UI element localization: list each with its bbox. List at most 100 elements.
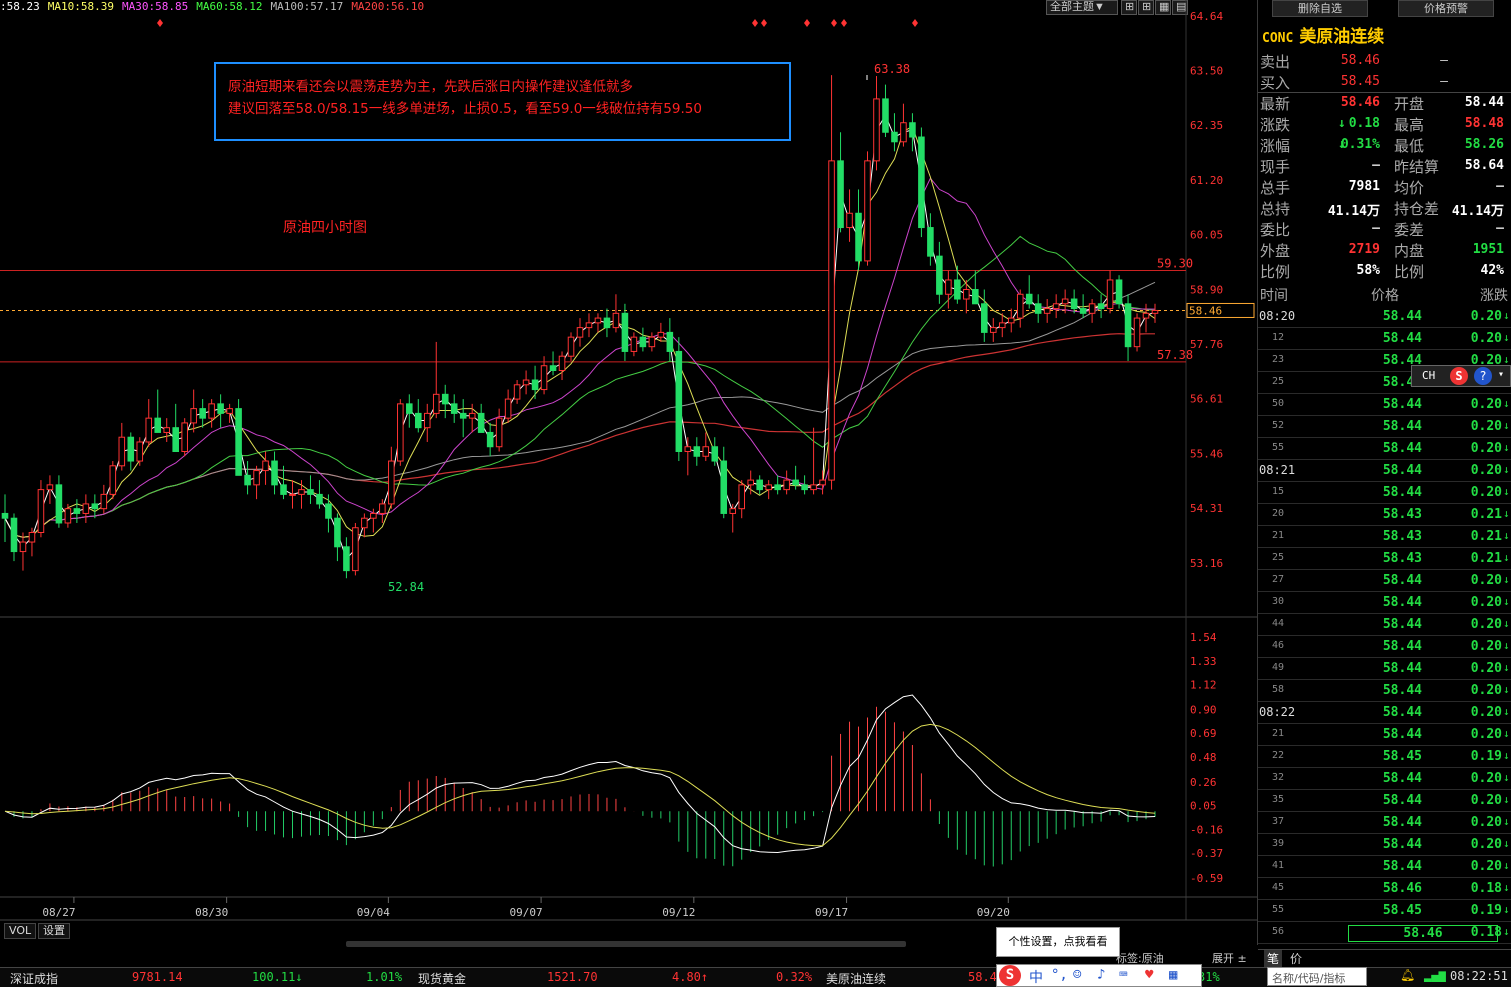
language-toolbar[interactable]: CH S ? ▾ — [1411, 365, 1511, 387]
expand-button[interactable]: 展开 ± — [1212, 950, 1247, 966]
tick-change: 0.21 — [1470, 529, 1502, 544]
candle-body — [423, 412, 431, 429]
tab-price[interactable]: 价 — [1290, 950, 1302, 967]
sogou-icon[interactable]: S — [1450, 367, 1468, 385]
event-marker-icon — [804, 19, 810, 27]
stat-value: 58.44 — [1464, 95, 1504, 110]
tick-change: 0.20 — [1470, 463, 1502, 478]
candle-body — [972, 289, 979, 305]
candle-body — [136, 441, 144, 462]
candle-body — [199, 408, 206, 419]
tick-time: 08:20 — [1259, 309, 1296, 323]
candle-body — [1079, 308, 1087, 314]
tab-settings[interactable]: 设置 — [38, 923, 70, 939]
tick-price: 58.45 — [1382, 903, 1422, 918]
dropdown-icon[interactable]: ▾ — [1498, 369, 1504, 380]
tick-time: 08:22 — [1259, 705, 1296, 719]
ime-lang[interactable]: 中 — [1029, 967, 1043, 987]
sell-row: 卖出 58.46 — — [1258, 51, 1511, 72]
ch-icon[interactable]: CH — [1422, 369, 1435, 382]
emoji-icon[interactable]: ☺ — [1073, 967, 1081, 983]
status-item: 现货黄金 — [418, 972, 467, 986]
stat-value: 58.64 — [1464, 158, 1504, 173]
skin-icon[interactable]: ♥ — [1145, 967, 1153, 983]
stat-label: 总持 — [1260, 200, 1291, 218]
tick-change: 0.20 — [1470, 573, 1502, 588]
candle-body — [1151, 309, 1159, 314]
toolbox-icon[interactable]: ▦ — [1169, 967, 1177, 983]
stat-value: 42% — [1480, 263, 1504, 278]
price-alert-button[interactable]: 价格预警 — [1398, 0, 1494, 17]
candle-body — [729, 508, 737, 514]
event-marker-icon — [761, 19, 767, 27]
status-item: 美原油连续 — [826, 972, 887, 986]
tick-row: 39 58.44 0.20 ↓ — [1258, 834, 1511, 856]
remove-watchlist-button[interactable]: 删除自选 — [1272, 0, 1368, 17]
tick-change: 0.19 — [1470, 903, 1502, 918]
note-line-1: 原油短期来看还会以震荡走势为主，先跌后涨日内操作建议逢低就多 — [228, 79, 633, 95]
down-arrow-icon: ↓ — [1503, 595, 1510, 608]
tab-vol[interactable]: VOL — [4, 923, 37, 939]
tick-time: 56 — [1271, 926, 1284, 937]
tick-price: 58.44 — [1382, 837, 1422, 852]
bell-icon[interactable]: 🔔︎ — [1400, 968, 1415, 982]
stat-label: 最新 — [1260, 95, 1291, 113]
tick-time: 22 — [1271, 750, 1284, 761]
stat-value: 58.46 — [1340, 95, 1380, 110]
candle-body — [666, 331, 674, 352]
candle-body — [28, 532, 36, 543]
y-tick-label: 57.76 — [1190, 338, 1223, 351]
stat-row: 比例 58% 比例 42% — [1258, 261, 1511, 282]
tick-change: 0.20 — [1470, 639, 1502, 654]
down-arrow-icon: ↓ — [1503, 309, 1510, 322]
price-chart[interactable]: 64.64 63.50 62.35 61.20 60.05 58.90 57.76 56.61… — [0, 0, 1257, 945]
tick-time: 41 — [1271, 860, 1284, 871]
candle-body — [235, 408, 242, 476]
candle-body — [693, 446, 701, 457]
tab-ticks[interactable]: 笔 — [1264, 950, 1283, 967]
help-icon[interactable]: ? — [1474, 367, 1492, 385]
signal-icon: ▂▄▆ — [1424, 968, 1446, 982]
stat-label: 均价 — [1394, 179, 1425, 197]
tick-time: 12 — [1271, 332, 1284, 343]
stat-value: 58.48 — [1464, 116, 1504, 131]
ma30-line — [4, 177, 1156, 538]
ime-toolbar[interactable]: S 中 °, ☺ ♪ ⌨ ♥ ▦ — [996, 964, 1202, 987]
stat-row: 总手 7981 均价 — — [1258, 177, 1511, 198]
keyboard-icon[interactable]: ⌨ — [1119, 967, 1127, 983]
candle-body — [145, 417, 153, 443]
candle-body — [379, 503, 386, 514]
tick-row: 45 58.46 0.18 ↓ — [1258, 878, 1511, 900]
chart-scrollbar[interactable] — [346, 941, 906, 947]
tooltip-personalize[interactable]: 个性设置，点我看看 — [996, 927, 1120, 957]
tick-row: 58 58.44 0.20 ↓ — [1258, 680, 1511, 702]
tick-price: 58.44 — [1382, 705, 1422, 720]
tick-change: 0.20 — [1470, 617, 1502, 632]
candle-body — [406, 403, 413, 414]
candle-body — [1097, 303, 1105, 310]
tick-row: 49 58.44 0.20 ↓ — [1258, 658, 1511, 680]
stat-label: 比例 — [1394, 263, 1425, 281]
y-tick-label: 63.50 — [1190, 64, 1223, 77]
candle-body — [855, 212, 862, 262]
tick-row: 44 58.44 0.20 ↓ — [1258, 614, 1511, 636]
stat-label: 涨跌 — [1260, 116, 1291, 134]
macd-y-tick-label: -0.16 — [1190, 823, 1223, 836]
stat-label: 昨结算 — [1394, 158, 1440, 176]
macd-dea-line — [4, 723, 1156, 847]
tick-change: 0.20 — [1470, 859, 1502, 874]
x-tick-label: 09/04 — [357, 906, 390, 919]
sell-price: 58.46 — [1340, 53, 1380, 68]
y-tick-label: 64.64 — [1190, 10, 1223, 23]
candle-body — [217, 403, 224, 414]
analysis-note: 原油短期来看还会以震荡走势为主，先跌后涨日内操作建议逢低就多 建议回落至58.0… — [214, 62, 791, 141]
stat-row: 总持 41.14万 持仓差 41.14万 — [1258, 198, 1511, 219]
sogou-icon[interactable]: S — [999, 965, 1021, 986]
mic-icon[interactable]: ♪ — [1097, 967, 1105, 983]
candle-body — [567, 336, 575, 357]
status-item: 1.01% — [366, 970, 403, 984]
search-input[interactable]: 名称/代码/指标 — [1267, 967, 1367, 986]
tick-time: 37 — [1271, 816, 1284, 827]
punct-icon[interactable]: °, — [1051, 967, 1068, 983]
candle-body — [10, 517, 18, 553]
